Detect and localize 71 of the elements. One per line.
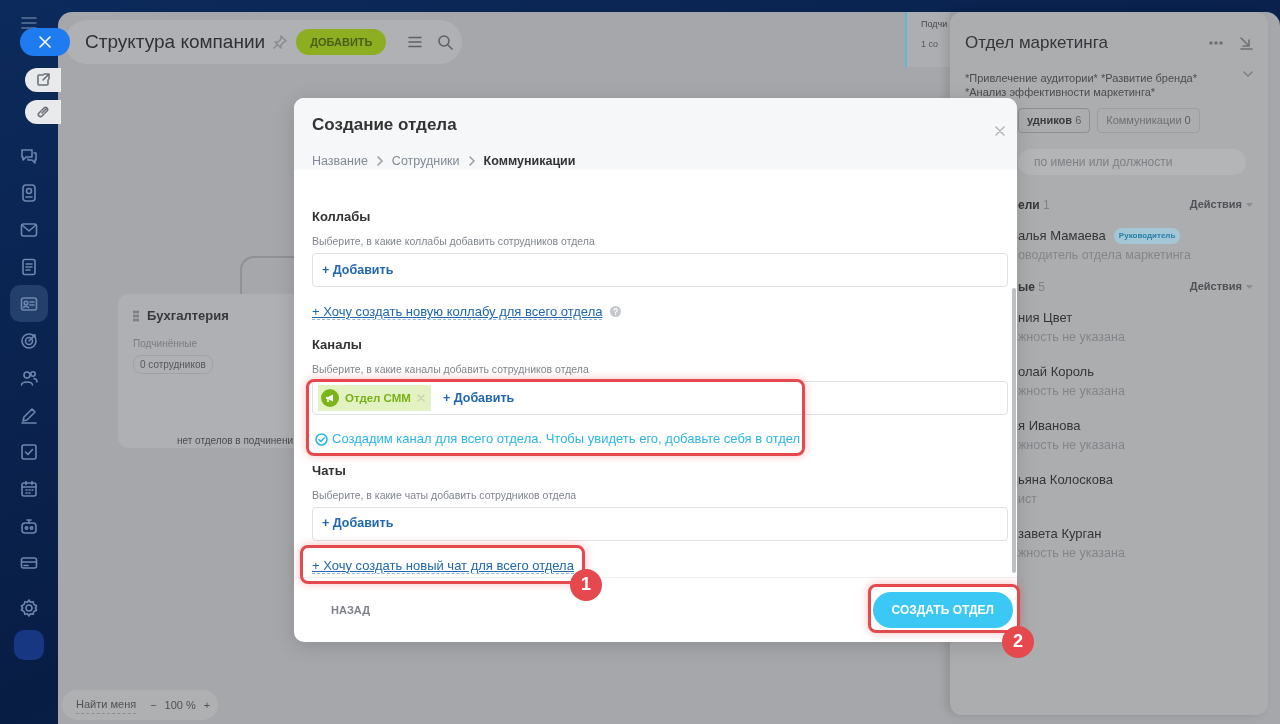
- chevron-right-icon: [468, 155, 475, 166]
- section-title: Чаты: [312, 461, 347, 480]
- chip-label: Отдел СММ: [345, 390, 411, 406]
- employee-count: 0 сотрудников: [133, 354, 213, 374]
- breadcrumb-step[interactable]: Название: [312, 151, 368, 171]
- subordinates-label: Подчи: [921, 18, 949, 31]
- add-link[interactable]: + Добавить: [318, 514, 398, 534]
- device-icon: [19, 182, 39, 203]
- create-link[interactable]: + Хочу создать новый чат для всего отдела: [312, 557, 574, 574]
- department-title: Бухгалтерия: [147, 307, 229, 325]
- section-title: Каналы: [312, 336, 363, 355]
- quick-action-button[interactable]: [25, 68, 61, 92]
- section-hint: Выберите, в какие каналы добавить сотрудников отдела: [312, 362, 590, 377]
- section-title: Коллабы: [312, 208, 372, 227]
- drag-handle-icon[interactable]: [133, 309, 139, 322]
- info-message: Создадим канал для всего отдела. Чтобы увидеть его, добавьте себя в отдел: [332, 430, 801, 449]
- panel-title: Отдел маркетинга: [965, 32, 1108, 54]
- find-me-button[interactable]: Найти меня: [76, 696, 137, 714]
- member-name[interactable]: ьяна Колоскова: [1018, 470, 1113, 490]
- department-description: *Привлечение аудитории* *Развитие бренда* *Анализ эффективности маркетинга*: [965, 70, 1198, 99]
- selector-field[interactable]: + Добавить: [312, 506, 1008, 541]
- check-circle-icon: [315, 432, 328, 446]
- chevron-down-icon[interactable]: [1243, 70, 1253, 77]
- caret-icon: [1246, 202, 1253, 207]
- empty-note: нет отделов в подчинени: [176, 433, 294, 448]
- search-icon[interactable]: [437, 34, 454, 50]
- member-name[interactable]: ния Цвет: [1018, 308, 1073, 328]
- role-badge: Руководитель: [1113, 228, 1181, 245]
- close-icon[interactable]: [995, 126, 1005, 136]
- checkbox-icon: [19, 441, 39, 462]
- caret-icon: [1246, 284, 1253, 289]
- add-link[interactable]: + Добавить: [318, 260, 398, 280]
- external-link-icon: [35, 72, 51, 88]
- calendar-icon: [19, 478, 39, 499]
- member-name[interactable]: олай Король: [1018, 362, 1094, 382]
- chevron-right-icon: [376, 155, 383, 166]
- collapse-icon[interactable]: [1239, 35, 1253, 50]
- app-tile[interactable]: [14, 630, 44, 660]
- breadcrumb-step[interactable]: Коммуникации: [483, 151, 576, 171]
- add-link[interactable]: + Добавить: [438, 388, 519, 408]
- close-button[interactable]: [20, 28, 70, 56]
- quick-action-button[interactable]: [25, 100, 61, 124]
- selector-field[interactable]: + Добавить: [312, 253, 1008, 288]
- breadcrumb-step[interactable]: Сотрудники: [391, 151, 460, 171]
- employee-count: 1 со: [921, 37, 940, 51]
- page-title: Структура компании: [85, 29, 266, 54]
- settings-icon: [19, 597, 39, 618]
- zoom-out-button[interactable]: −: [150, 696, 157, 714]
- megaphone-icon: [321, 389, 339, 408]
- panel-tab[interactable]: Коммуникации 0: [1097, 107, 1200, 133]
- dialog-title: Создание отдела: [312, 114, 458, 136]
- member-name[interactable]: завета Курган: [1018, 524, 1102, 544]
- member-name[interactable]: алья Мамаева: [1018, 226, 1106, 246]
- menu-icon[interactable]: [21, 16, 37, 30]
- sidebar-item[interactable]: [10, 285, 48, 322]
- more-icon[interactable]: [1209, 40, 1223, 45]
- target-icon: [19, 330, 39, 351]
- panel-tab[interactable]: удников 6: [1018, 107, 1091, 133]
- scrollbar[interactable]: [1012, 288, 1016, 573]
- zoom-level: 100 %: [164, 697, 196, 713]
- section-hint: Выберите, в какие чаты добавить сотрудников отдела: [312, 487, 578, 502]
- section-hint: Выберите, в какие коллабы добавить сотрудников отдела: [312, 234, 596, 249]
- actions-dropdown[interactable]: Действия: [1189, 196, 1253, 213]
- member-name[interactable]: я Иванова: [1018, 416, 1081, 436]
- document-icon: [19, 256, 39, 277]
- actions-dropdown[interactable]: Действия: [1189, 278, 1253, 295]
- back-button[interactable]: НАЗАД: [331, 601, 370, 619]
- create-link[interactable]: + Хочу создать новую коллабу для всего отдела: [312, 304, 603, 321]
- menu-icon[interactable]: [408, 36, 423, 48]
- zoom-in-button[interactable]: +: [203, 696, 211, 714]
- close-icon: [39, 36, 51, 48]
